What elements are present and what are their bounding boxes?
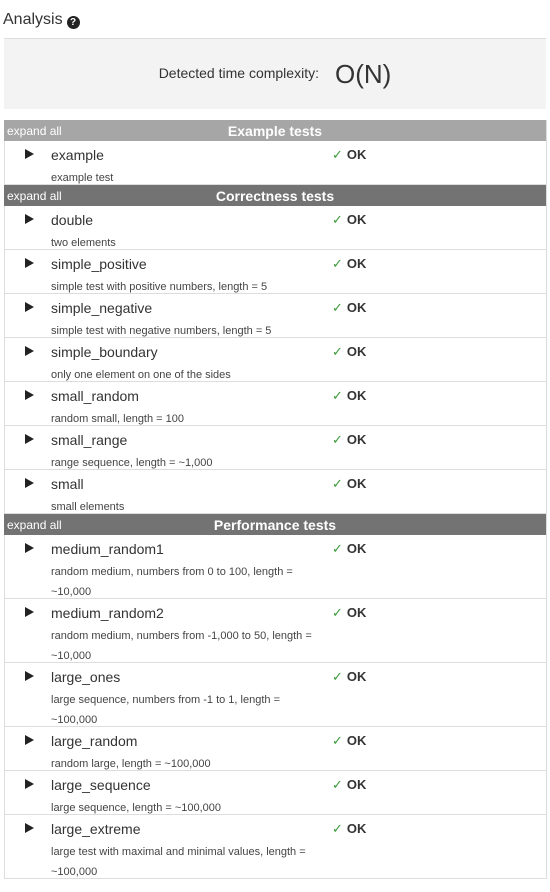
group-title: Example tests bbox=[227, 122, 323, 139]
expand-arrow-icon[interactable] bbox=[25, 779, 34, 789]
expand-arrow-icon[interactable] bbox=[25, 607, 34, 617]
expand-arrow-icon[interactable] bbox=[25, 823, 34, 833]
expand-arrow-icon[interactable] bbox=[25, 390, 34, 400]
expand-arrow-icon[interactable] bbox=[25, 149, 34, 159]
complexity-label: Detected time complexity: bbox=[158, 65, 319, 81]
test-row[interactable]: simple_positive simple test with positiv… bbox=[4, 250, 546, 294]
test-row[interactable]: large_extreme large test with maximal an… bbox=[4, 815, 546, 879]
check-icon: ✓ bbox=[332, 605, 343, 620]
test-name: medium_random2 bbox=[51, 605, 164, 621]
check-icon: ✓ bbox=[332, 476, 343, 491]
expand-arrow-icon[interactable] bbox=[25, 543, 34, 553]
check-icon: ✓ bbox=[332, 541, 343, 556]
check-icon: ✓ bbox=[332, 669, 343, 684]
test-name: large_random bbox=[51, 733, 138, 749]
test-status: ✓ OK bbox=[332, 605, 367, 620]
check-icon: ✓ bbox=[332, 821, 343, 836]
expand-arrow-icon[interactable] bbox=[25, 434, 34, 444]
test-description: random medium, numbers from -1,000 to 50… bbox=[51, 630, 312, 662]
test-row[interactable]: small_range range sequence, length = ~1,… bbox=[4, 426, 546, 470]
test-row[interactable]: medium_random2 random medium, numbers fr… bbox=[4, 599, 546, 663]
test-status: ✓ OK bbox=[332, 777, 367, 792]
test-row[interactable]: double two elements ✓ OK bbox=[4, 206, 546, 250]
group-title: Performance tests bbox=[213, 516, 337, 533]
group-title: Correctness tests bbox=[215, 187, 335, 204]
group-header-correctness: expand all Correctness tests bbox=[4, 185, 546, 206]
expand-all-button[interactable]: expand all bbox=[7, 518, 62, 532]
test-row[interactable]: simple_negative simple test with negativ… bbox=[4, 294, 546, 338]
check-icon: ✓ bbox=[332, 432, 343, 447]
group-header-example: expand all Example tests bbox=[4, 120, 546, 141]
check-icon: ✓ bbox=[332, 256, 343, 271]
test-row[interactable]: small small elements ✓ OK bbox=[4, 470, 546, 514]
test-row[interactable]: small_random random small, length = 100 … bbox=[4, 382, 546, 426]
expand-arrow-icon[interactable] bbox=[25, 735, 34, 745]
test-status: ✓ OK bbox=[332, 256, 367, 271]
test-name: large_extreme bbox=[51, 821, 141, 837]
test-name: small bbox=[51, 476, 84, 492]
expand-arrow-icon[interactable] bbox=[25, 478, 34, 488]
expand-arrow-icon[interactable] bbox=[25, 258, 34, 268]
test-name: medium_random1 bbox=[51, 541, 164, 557]
test-description: random medium, numbers from 0 to 100, le… bbox=[51, 566, 293, 598]
test-status: ✓ OK bbox=[332, 432, 367, 447]
group-header-performance: expand all Performance tests bbox=[4, 514, 546, 535]
test-status: ✓ OK bbox=[332, 541, 367, 556]
test-status: ✓ OK bbox=[332, 147, 367, 162]
check-icon: ✓ bbox=[332, 388, 343, 403]
test-results: expand all Example tests example example… bbox=[4, 120, 547, 879]
test-row[interactable]: medium_random1 random medium, numbers fr… bbox=[4, 535, 546, 599]
page-title: Analysis bbox=[3, 11, 63, 28]
test-row[interactable]: large_sequence large sequence, length = … bbox=[4, 771, 546, 815]
test-status: ✓ OK bbox=[332, 344, 367, 359]
test-status: ✓ OK bbox=[332, 300, 367, 315]
test-name: simple_positive bbox=[51, 256, 147, 272]
test-row[interactable]: simple_boundary only one element on one … bbox=[4, 338, 546, 382]
expand-arrow-icon[interactable] bbox=[25, 671, 34, 681]
expand-arrow-icon[interactable] bbox=[25, 214, 34, 224]
test-name: large_ones bbox=[51, 669, 121, 685]
test-row[interactable]: large_ones large sequence, numbers from … bbox=[4, 663, 546, 727]
test-status: ✓ OK bbox=[332, 821, 367, 836]
help-icon[interactable]: ? bbox=[66, 16, 80, 29]
analysis-header: Analysis ? bbox=[3, 4, 80, 30]
test-name: example bbox=[51, 147, 104, 163]
expand-all-button[interactable]: expand all bbox=[7, 124, 62, 138]
test-description: large test with maximal and minimal valu… bbox=[51, 846, 306, 878]
expand-arrow-icon[interactable] bbox=[25, 346, 34, 356]
complexity-value: O(N) bbox=[334, 58, 392, 89]
test-description: large sequence, numbers from -1 to 1, le… bbox=[51, 694, 280, 726]
complexity-panel: Detected time complexity: O(N) bbox=[4, 38, 546, 109]
test-name: double bbox=[51, 212, 94, 228]
test-row[interactable]: example example test ✓ OK bbox=[4, 141, 546, 185]
check-icon: ✓ bbox=[332, 212, 343, 227]
test-row[interactable]: large_random random large, length = ~100… bbox=[4, 727, 546, 771]
check-icon: ✓ bbox=[332, 733, 343, 748]
check-icon: ✓ bbox=[332, 344, 343, 359]
test-status: ✓ OK bbox=[332, 476, 367, 491]
expand-arrow-icon[interactable] bbox=[25, 302, 34, 312]
test-name: small_random bbox=[51, 388, 139, 404]
expand-all-button[interactable]: expand all bbox=[7, 189, 62, 203]
test-status: ✓ OK bbox=[332, 733, 367, 748]
test-name: small_range bbox=[51, 432, 128, 448]
test-status: ✓ OK bbox=[332, 212, 367, 227]
check-icon: ✓ bbox=[332, 777, 343, 792]
test-name: simple_boundary bbox=[51, 344, 158, 360]
test-name: simple_negative bbox=[51, 300, 153, 316]
check-icon: ✓ bbox=[332, 147, 343, 162]
check-icon: ✓ bbox=[332, 300, 343, 315]
test-status: ✓ OK bbox=[332, 388, 367, 403]
test-status: ✓ OK bbox=[332, 669, 367, 684]
test-name: large_sequence bbox=[51, 777, 151, 793]
